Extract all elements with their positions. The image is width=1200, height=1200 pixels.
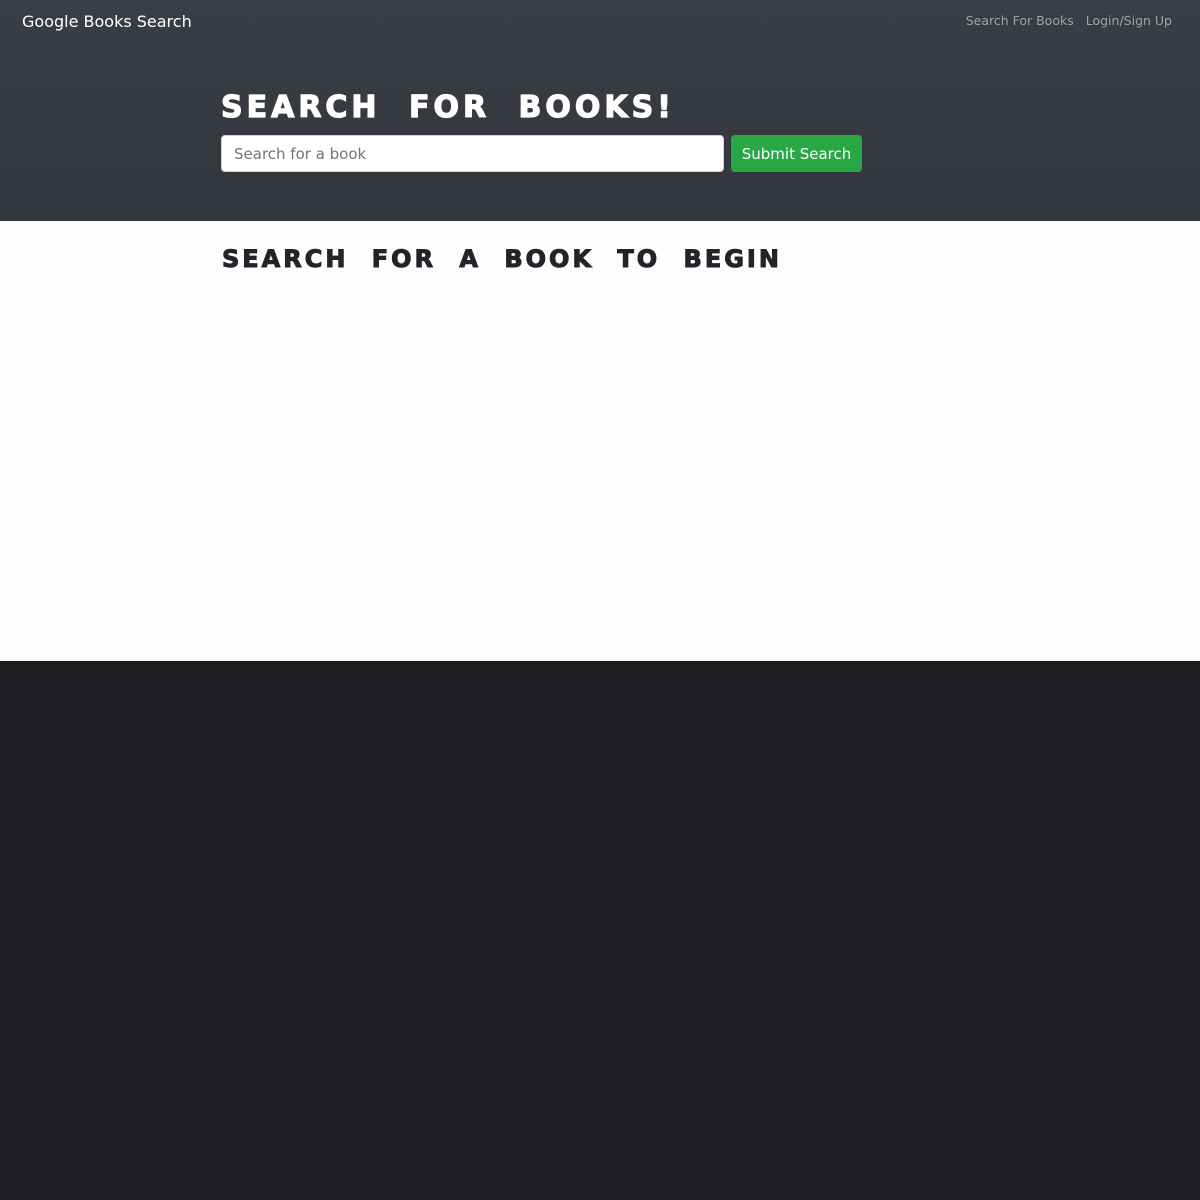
results-heading: Search for a book to begin [222, 245, 782, 274]
submit-search-button[interactable]: Submit Search [731, 135, 862, 172]
results-area: Search for a book to begin [0, 221, 1200, 661]
nav-search-for-books[interactable]: Search For Books [966, 13, 1074, 29]
nav-login-signup[interactable]: Login/Sign Up [1086, 13, 1172, 29]
page-background [0, 661, 1200, 1200]
navbar: Google Books Search Search For Books Log… [0, 0, 1200, 221]
search-input[interactable] [221, 135, 724, 172]
page-title: Search for Books! [220, 89, 675, 125]
brand-link[interactable]: Google Books Search [22, 12, 192, 32]
nav-links: Search For Books Login/Sign Up [966, 13, 1172, 29]
